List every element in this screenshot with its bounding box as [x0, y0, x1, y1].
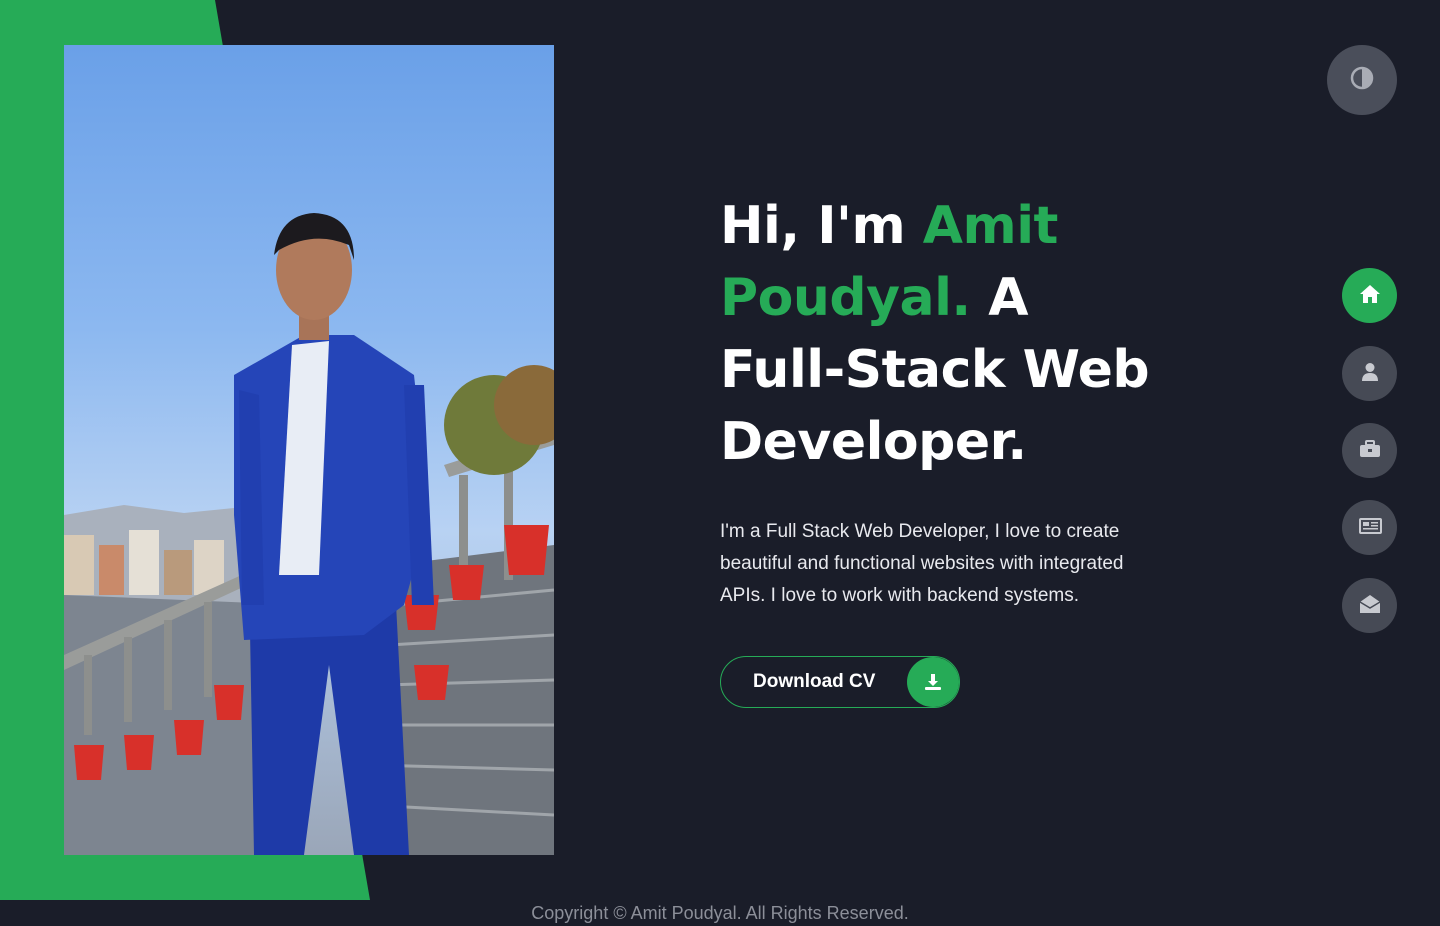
contrast-icon: [1350, 66, 1374, 94]
hero-greeting: Hi, I'm: [720, 196, 923, 256]
download-cv-label: Download CV: [753, 671, 876, 692]
home-icon: [1359, 284, 1381, 308]
nav-blogs-button[interactable]: [1342, 500, 1397, 555]
hero-description: I'm a Full Stack Web Developer, I love t…: [720, 521, 1124, 606]
newspaper-icon: [1358, 517, 1382, 539]
footer-copyright: Copyright © Amit Poudyal. All Rights Res…: [531, 903, 909, 923]
envelope-open-icon: [1359, 594, 1381, 618]
hero-heading: Hi, I'm Amit Poudyal. A Full-Stack Web D…: [720, 190, 1160, 478]
nav-portfolio-button[interactable]: [1342, 423, 1397, 478]
hero-section: Hi, I'm Amit Poudyal. A Full-Stack Web D…: [720, 190, 1160, 612]
profile-photo: [64, 45, 554, 855]
nav-home-button[interactable]: [1342, 268, 1397, 323]
nav-about-button[interactable]: [1342, 346, 1397, 401]
user-icon: [1361, 362, 1379, 386]
briefcase-icon: [1359, 439, 1381, 462]
nav-contact-button[interactable]: [1342, 578, 1397, 633]
page: Hi, I'm Amit Poudyal. A Full-Stack Web D…: [0, 0, 1440, 926]
download-cv-button[interactable]: Download CV: [720, 656, 960, 708]
theme-toggle-button[interactable]: [1327, 45, 1397, 115]
download-icon: [907, 657, 959, 707]
